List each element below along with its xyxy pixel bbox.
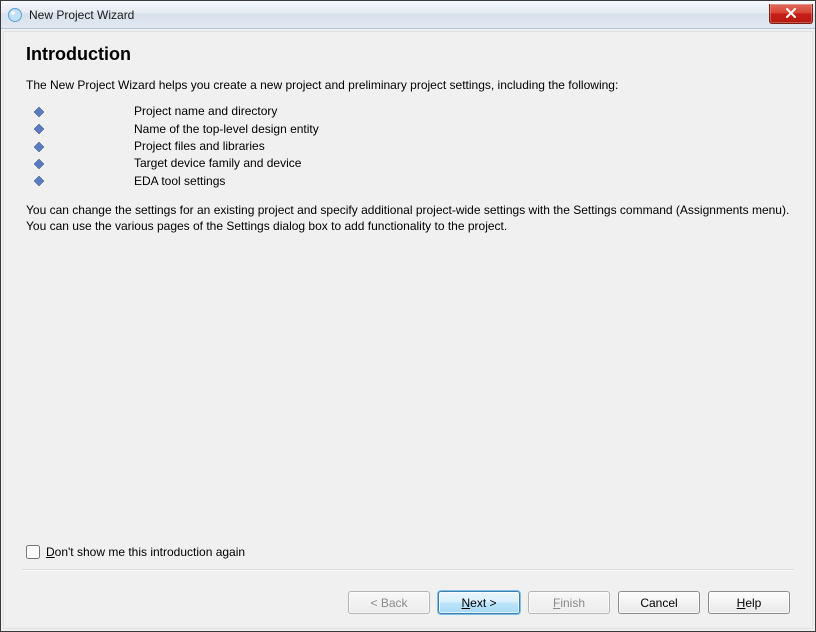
list-item: Target device family and device — [26, 155, 790, 172]
finish-button: Finish — [528, 591, 610, 614]
wizard-window: New Project Wizard Introduction The New … — [0, 0, 816, 632]
help-button[interactable]: Help — [708, 591, 790, 614]
intro-text: The New Project Wizard helps you create … — [26, 77, 790, 93]
back-button: < Back — [348, 591, 430, 614]
next-button[interactable]: Next > — [438, 591, 520, 614]
diamond-bullet-icon — [34, 124, 44, 134]
titlebar: New Project Wizard — [1, 1, 815, 29]
help-text: elp — [745, 596, 761, 610]
list-item: EDA tool settings — [26, 173, 790, 190]
list-item: Name of the top-level design entity — [26, 121, 790, 138]
list-item: Project files and libraries — [26, 138, 790, 155]
dont-show-text: on't show me this introduction again — [55, 545, 245, 559]
bullet-list: Project name and directory Name of the t… — [26, 103, 790, 190]
content-area: Introduction The New Project Wizard help… — [4, 32, 812, 579]
app-icon — [7, 7, 23, 23]
bullet-text: EDA tool settings — [134, 173, 225, 190]
window-title: New Project Wizard — [29, 8, 769, 22]
cancel-button[interactable]: Cancel — [618, 591, 700, 614]
spacer — [26, 235, 790, 545]
bullet-text: Project files and libraries — [134, 138, 265, 155]
diamond-bullet-icon — [34, 107, 44, 117]
bullet-text: Target device family and device — [134, 155, 301, 172]
dont-show-accel: D — [46, 545, 55, 559]
description-text: You can change the settings for an exist… — [26, 202, 790, 234]
button-row: < Back Next > Finish Cancel Help — [4, 579, 812, 628]
list-item: Project name and directory — [26, 103, 790, 120]
dont-show-row: Don't show me this introduction again — [26, 545, 790, 559]
diamond-bullet-icon — [34, 176, 44, 186]
client-area: Introduction The New Project Wizard help… — [1, 29, 815, 631]
dont-show-checkbox[interactable] — [26, 545, 40, 559]
dont-show-label[interactable]: Don't show me this introduction again — [46, 545, 245, 559]
bullet-text: Project name and directory — [134, 103, 277, 120]
close-button[interactable] — [769, 4, 813, 24]
next-text: ext > — [470, 596, 496, 610]
diamond-bullet-icon — [34, 159, 44, 169]
help-accel: H — [737, 596, 746, 610]
finish-text: inish — [560, 596, 585, 610]
separator — [22, 569, 794, 571]
bullet-text: Name of the top-level design entity — [134, 121, 319, 138]
close-icon — [786, 8, 796, 18]
finish-accel: F — [553, 596, 560, 610]
page-title: Introduction — [26, 44, 790, 65]
diamond-bullet-icon — [34, 142, 44, 152]
next-accel: N — [461, 596, 470, 610]
inner-panel: Introduction The New Project Wizard help… — [3, 31, 813, 629]
